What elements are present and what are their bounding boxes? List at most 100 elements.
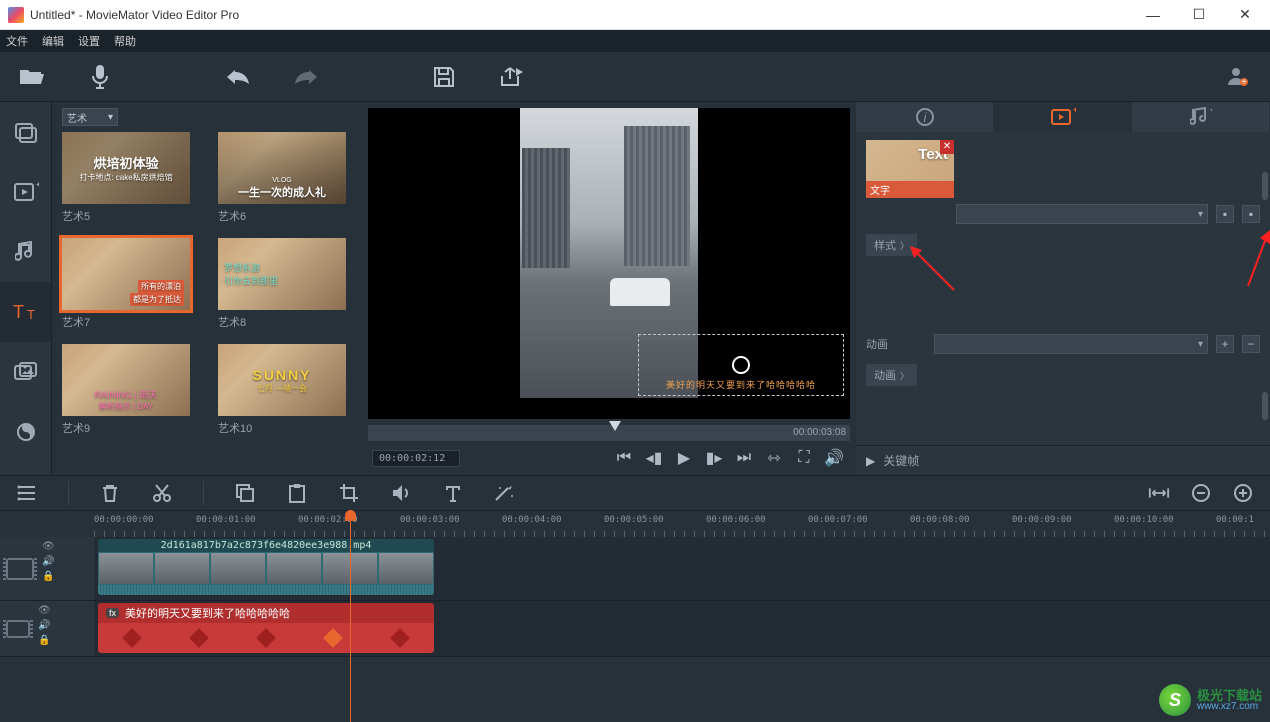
minimize-button[interactable]: —: [1130, 0, 1176, 30]
skip-start-button[interactable]: ⏮: [612, 446, 636, 470]
frame-forward-button[interactable]: ▮▸: [702, 446, 726, 470]
props-scrollbar[interactable]: [1262, 392, 1268, 420]
section-style-header[interactable]: 样式〉: [866, 234, 917, 256]
audio-button[interactable]: [390, 482, 412, 504]
play-button[interactable]: ▶: [672, 446, 696, 470]
mute-toggle-icon[interactable]: 🔊: [42, 556, 55, 567]
effects-button[interactable]: [494, 482, 516, 504]
keyframe-diamond-icon[interactable]: [390, 628, 410, 648]
keyframe-play-button[interactable]: ▶: [866, 454, 875, 468]
template-item[interactable]: RAINING | 雨天解析指示 | DAY 艺术9: [62, 344, 190, 436]
track-header[interactable]: 👁 🔊 🔒: [0, 537, 94, 600]
lock-toggle-icon[interactable]: 🔒: [38, 635, 51, 646]
template-item[interactable]: 所有的漂泊都是为了抵达 艺术7: [62, 238, 190, 330]
template-item[interactable]: VLOG一生一次的成人礼 艺术6: [218, 132, 346, 224]
scrub-playhead-icon[interactable]: [609, 421, 621, 431]
remove-effect-button[interactable]: ✕: [940, 140, 954, 154]
paste-button[interactable]: [286, 482, 308, 504]
keyframe-diamond-icon[interactable]: [256, 628, 276, 648]
track-header[interactable]: 👁 🔊 🔒: [0, 601, 94, 656]
props-tab-info[interactable]: i: [856, 102, 994, 132]
crop-button[interactable]: [338, 482, 360, 504]
maximize-button[interactable]: ☐: [1176, 0, 1222, 30]
rail-image-button[interactable]: [0, 342, 51, 402]
open-folder-button[interactable]: [18, 63, 46, 91]
redo-button[interactable]: [292, 63, 320, 91]
ruler-tick: 00:00:00:00: [94, 515, 154, 525]
cut-button[interactable]: [151, 482, 173, 504]
rail-text-button[interactable]: TT: [0, 282, 51, 342]
text-clip[interactable]: fx 美好的明天又要到来了哈哈哈哈哈: [98, 603, 434, 653]
keyframe-diamond-icon[interactable]: [122, 628, 142, 648]
ruler-tick: 00:00:09:00: [1012, 515, 1072, 525]
fit-width-button[interactable]: [1148, 482, 1170, 504]
fullscreen-button[interactable]: ⛶: [792, 446, 816, 470]
preview-scrubber[interactable]: 00:00:03:08: [368, 425, 850, 441]
record-audio-button[interactable]: [86, 63, 114, 91]
rotate-handle-icon[interactable]: [732, 356, 750, 374]
svg-text:T: T: [27, 307, 35, 322]
export-button[interactable]: [498, 63, 526, 91]
menu-help[interactable]: 帮助: [114, 33, 136, 49]
frame-back-button[interactable]: ◂▮: [642, 446, 666, 470]
text-overlay-handle[interactable]: 美好的明天又要到来了哈哈哈哈哈: [638, 334, 844, 396]
category-select[interactable]: 艺术▾: [62, 108, 118, 126]
props-tab-video-fx[interactable]: ✦: [994, 102, 1132, 132]
copy-button[interactable]: [234, 482, 256, 504]
animation-remove-button[interactable]: −: [1242, 335, 1260, 353]
video-track: 👁 🔊 🔒 2d161a817b7a2c873f6e4820ee3e988.mp…: [0, 537, 1270, 601]
menu-file[interactable]: 文件: [6, 33, 28, 49]
rail-video-effects-button[interactable]: ✦: [0, 162, 51, 222]
template-item[interactable]: SUNNY七月 —晴一会 艺术10: [218, 344, 346, 436]
keyframe-diamond-icon[interactable]: [189, 628, 209, 648]
prop-remove-button[interactable]: ▪: [1242, 205, 1260, 223]
preview-canvas[interactable]: 美好的明天又要到来了哈哈哈哈哈: [368, 108, 850, 419]
close-button[interactable]: ✕: [1222, 0, 1268, 30]
prop-dropdown[interactable]: ▾: [956, 204, 1208, 224]
section-animation-header[interactable]: 动画〉: [866, 364, 917, 386]
visibility-toggle-icon[interactable]: 👁: [38, 605, 51, 616]
timeline: 00:00:00:00 00:00:01:00 00:00:02:00 00:0…: [0, 511, 1270, 722]
text-tool-button[interactable]: [442, 482, 464, 504]
save-button[interactable]: [430, 63, 458, 91]
text-clip-content: 美好的明天又要到来了哈哈哈哈哈: [125, 605, 290, 621]
keyframe-diamond-icon[interactable]: [323, 628, 343, 648]
svg-text:✦: ✦: [1209, 107, 1212, 115]
animation-add-button[interactable]: +: [1216, 335, 1234, 353]
account-button[interactable]: +: [1224, 63, 1252, 91]
menubar: 文件 编辑 设置 帮助: [0, 30, 1270, 52]
delete-button[interactable]: [99, 482, 121, 504]
scrub-duration: 00:00:03:08: [793, 425, 846, 441]
menu-edit[interactable]: 编辑: [42, 33, 64, 49]
template-item[interactable]: 罗想系游引你去到那里 艺术8: [218, 238, 346, 330]
loop-button[interactable]: ⇿: [762, 446, 786, 470]
video-clip[interactable]: 2d161a817b7a2c873f6e4820ee3e988.mp4: [98, 539, 434, 595]
template-item[interactable]: 烘培初体验打卡地点: cake私房烘焙馆 艺术5: [62, 132, 190, 224]
visibility-toggle-icon[interactable]: 👁: [42, 541, 55, 552]
props-tab-audio-fx[interactable]: ✦: [1132, 102, 1270, 132]
overlay-text: 美好的明天又要到来了哈哈哈哈哈: [666, 378, 816, 391]
watermark-icon: S: [1159, 684, 1191, 716]
timeline-ruler[interactable]: 00:00:00:00 00:00:01:00 00:00:02:00 00:0…: [0, 511, 1270, 537]
skip-end-button[interactable]: ⏭: [732, 446, 756, 470]
mute-toggle-icon[interactable]: 🔊: [38, 620, 51, 631]
rail-transitions-button[interactable]: [0, 402, 51, 462]
keyframe-bar: ▶ 关键帧: [856, 445, 1270, 475]
animation-select[interactable]: ▾: [934, 334, 1208, 354]
applied-text-effect[interactable]: Text ✕ ✓ 文字: [866, 140, 954, 198]
zoom-out-button[interactable]: [1190, 482, 1212, 504]
rail-audio-button[interactable]: [0, 222, 51, 282]
timeline-menu-button[interactable]: [16, 482, 38, 504]
zoom-in-button[interactable]: [1232, 482, 1254, 504]
current-time-input[interactable]: [372, 450, 460, 467]
menu-settings[interactable]: 设置: [78, 33, 100, 49]
timeline-playhead[interactable]: [350, 511, 351, 722]
prop-add-button[interactable]: ▪: [1216, 205, 1234, 223]
undo-button[interactable]: [224, 63, 252, 91]
volume-button[interactable]: 🔊: [822, 446, 846, 470]
playhead-handle-icon[interactable]: [345, 510, 356, 521]
rail-media-button[interactable]: [0, 102, 51, 162]
props-scrollbar[interactable]: [1262, 172, 1268, 200]
lock-toggle-icon[interactable]: 🔒: [42, 571, 55, 582]
fx-badge: fx: [106, 608, 119, 618]
